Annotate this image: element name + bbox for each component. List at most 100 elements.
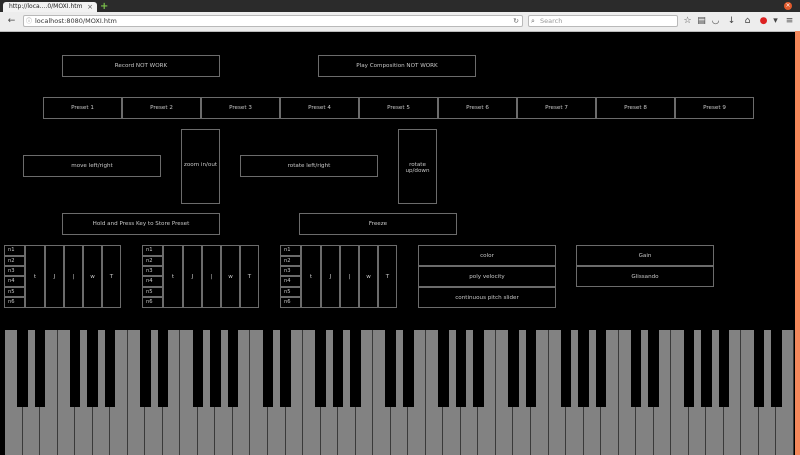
black-key[interactable] (701, 330, 712, 407)
tab-close-icon[interactable]: × (87, 2, 93, 12)
close-window-icon[interactable]: × (784, 2, 792, 10)
info-icon[interactable]: ⓘ (26, 16, 32, 27)
voice-col-w[interactable]: w (221, 245, 240, 308)
voice-row-n4[interactable]: n4 (280, 276, 301, 287)
search-bar[interactable]: ⌕ Search (528, 15, 678, 27)
rotate-up-down-control[interactable]: rotate up/down (398, 129, 437, 204)
voice-row-n2[interactable]: n2 (142, 256, 163, 266)
glissando-button[interactable]: Glissando (576, 266, 714, 287)
browser-tab[interactable]: http://loca....0/MOXI.htm × (3, 2, 97, 12)
voice-col-bar[interactable]: | (64, 245, 83, 308)
download-icon[interactable]: ↓ (726, 16, 737, 27)
black-key[interactable] (473, 330, 484, 407)
preset-9-button[interactable]: Preset 9 (675, 97, 754, 119)
black-key[interactable] (157, 330, 169, 407)
black-key[interactable] (210, 330, 221, 407)
black-key[interactable] (648, 330, 659, 407)
preset-3-button[interactable]: Preset 3 (201, 97, 280, 119)
hold-store-preset-button[interactable]: Hold and Press Key to Store Preset (62, 213, 220, 235)
preset-5-button[interactable]: Preset 5 (359, 97, 438, 119)
gain-button[interactable]: Gain (576, 245, 714, 266)
poly-velocity-button[interactable]: poly velocity (418, 266, 556, 287)
black-key[interactable] (227, 330, 239, 407)
voice-col-bar[interactable]: | (202, 245, 221, 308)
preset-6-button[interactable]: Preset 6 (438, 97, 517, 119)
black-key[interactable] (630, 330, 642, 407)
black-key[interactable] (508, 330, 519, 407)
black-key[interactable] (315, 330, 326, 407)
black-key[interactable] (560, 330, 572, 407)
back-arrow-icon[interactable]: ← (6, 16, 17, 27)
voice-row-n4[interactable]: n4 (142, 276, 163, 287)
scrollbar[interactable] (795, 31, 800, 455)
home-icon[interactable]: ⌂ (742, 16, 753, 27)
black-key[interactable] (718, 330, 730, 407)
black-key[interactable] (595, 330, 607, 407)
black-key[interactable] (34, 330, 46, 407)
black-key[interactable] (192, 330, 204, 407)
black-key[interactable] (578, 330, 589, 407)
voice-col-w[interactable]: w (359, 245, 378, 308)
black-key[interactable] (438, 330, 449, 407)
voice-row-n3[interactable]: n3 (280, 266, 301, 276)
voice-col-w[interactable]: w (83, 245, 102, 308)
voice-row-n6[interactable]: n6 (142, 297, 163, 308)
voice-col-t[interactable]: t (301, 245, 321, 308)
black-key[interactable] (262, 330, 274, 407)
continuous-pitch-slider-button[interactable]: continuous pitch slider (418, 287, 556, 308)
reload-icon[interactable]: ↻ (513, 16, 519, 27)
pocket-icon[interactable]: ◡ (710, 16, 721, 27)
black-key[interactable] (140, 330, 151, 407)
color-button[interactable]: color (418, 245, 556, 266)
voice-row-n5[interactable]: n5 (142, 287, 163, 297)
voice-col-J[interactable]: J (183, 245, 202, 308)
preset-1-button[interactable]: Preset 1 (43, 97, 122, 119)
voice-row-n6[interactable]: n6 (4, 297, 25, 308)
record-button[interactable]: Record NOT WORK (62, 55, 220, 77)
preset-2-button[interactable]: Preset 2 (122, 97, 201, 119)
voice-col-T[interactable]: T (102, 245, 121, 308)
voice-col-J[interactable]: J (45, 245, 64, 308)
black-key[interactable] (455, 330, 467, 407)
play-composition-button[interactable]: Play Composition NOT WORK (318, 55, 476, 77)
voice-row-n1[interactable]: n1 (280, 245, 301, 256)
voice-row-n2[interactable]: n2 (280, 256, 301, 266)
black-key[interactable] (69, 330, 81, 407)
voice-col-bar[interactable]: | (340, 245, 359, 308)
black-key[interactable] (104, 330, 116, 407)
black-key[interactable] (525, 330, 537, 407)
voice-row-n1[interactable]: n1 (4, 245, 25, 256)
voice-row-n3[interactable]: n3 (4, 266, 25, 276)
piano-keyboard[interactable] (5, 330, 794, 455)
voice-row-n4[interactable]: n4 (4, 276, 25, 287)
rotate-left-right-control[interactable]: rotate left/right (240, 155, 378, 177)
black-key[interactable] (771, 330, 782, 407)
menu-icon[interactable]: ≡ (784, 16, 795, 27)
addon-dropdown-icon[interactable]: ▾ (770, 16, 781, 27)
voice-col-J[interactable]: J (321, 245, 340, 308)
black-key[interactable] (683, 330, 695, 407)
voice-row-n5[interactable]: n5 (4, 287, 25, 297)
black-key[interactable] (17, 330, 28, 407)
voice-row-n6[interactable]: n6 (280, 297, 301, 308)
black-key[interactable] (385, 330, 396, 407)
black-key[interactable] (280, 330, 291, 407)
black-key[interactable] (332, 330, 344, 407)
black-key[interactable] (753, 330, 765, 407)
voice-row-n5[interactable]: n5 (280, 287, 301, 297)
move-left-right-control[interactable]: move left/right (23, 155, 161, 177)
voice-col-t[interactable]: t (25, 245, 45, 308)
url-bar[interactable]: ⓘ localhost:8080/MOXI.htm ↻ (23, 15, 523, 27)
bookmark-star-icon[interactable]: ☆ (682, 16, 693, 27)
voice-row-n1[interactable]: n1 (142, 245, 163, 256)
black-key[interactable] (350, 330, 361, 407)
black-key[interactable] (403, 330, 414, 407)
voice-col-T[interactable]: T (378, 245, 397, 308)
voice-row-n2[interactable]: n2 (4, 256, 25, 266)
zoom-in-out-control[interactable]: zoom in/out (181, 129, 220, 204)
freeze-button[interactable]: Freeze (299, 213, 457, 235)
voice-col-t[interactable]: t (163, 245, 183, 308)
reading-list-icon[interactable]: ▤ (696, 16, 707, 27)
preset-8-button[interactable]: Preset 8 (596, 97, 675, 119)
preset-4-button[interactable]: Preset 4 (280, 97, 359, 119)
